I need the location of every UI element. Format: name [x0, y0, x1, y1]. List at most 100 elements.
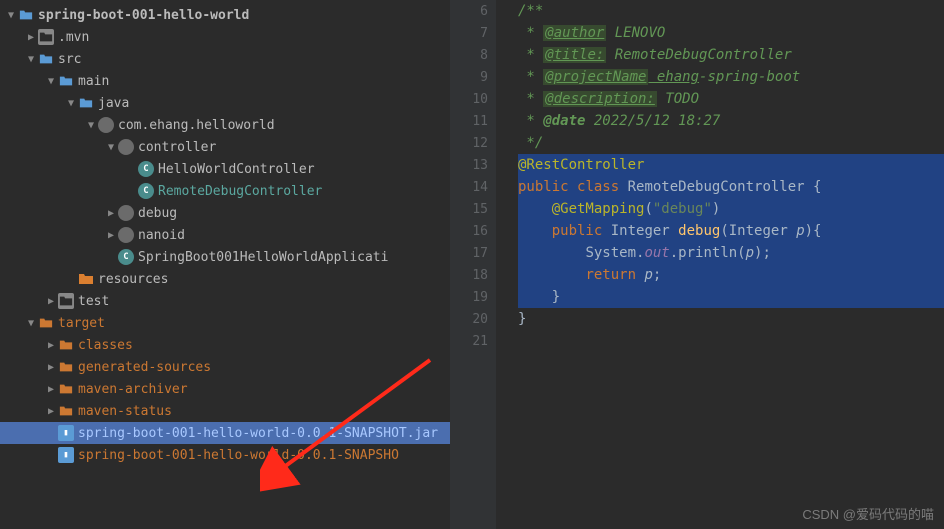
- tree-item-label: test: [78, 294, 109, 309]
- line-number: 10: [450, 88, 496, 110]
- tree-item[interactable]: ▼main: [0, 70, 450, 92]
- tree-item-label: .mvn: [58, 30, 89, 45]
- tree-item-label: spring-boot-001-hello-world-0.0.1-SNAPSH…: [78, 448, 399, 463]
- tree-item[interactable]: ▶ test: [0, 290, 450, 312]
- line-number: 9: [450, 66, 496, 88]
- jar-icon: ▮: [58, 425, 74, 441]
- tree-item[interactable]: ▶ .mvn: [0, 26, 450, 48]
- tree-item-label: maven-status: [78, 404, 172, 419]
- editor-gutter: 6789101112131415161718192021 ●●●: [450, 0, 496, 529]
- code-editor[interactable]: /** * @author LENOVO * @title: RemoteDeb…: [496, 0, 944, 529]
- folder-icon: [58, 293, 74, 309]
- line-number: 12: [450, 132, 496, 154]
- code-line: @GetMapping("debug"): [518, 198, 944, 220]
- line-number: 11: [450, 110, 496, 132]
- line-number: 7: [450, 22, 496, 44]
- code-line: return p;: [518, 264, 944, 286]
- tree-item-label: resources: [98, 272, 168, 287]
- tree-item[interactable]: ▼ target: [0, 312, 450, 334]
- code-line: * @date 2022/5/12 18:27: [518, 110, 944, 132]
- folder-icon: [38, 51, 54, 67]
- line-number: 8: [450, 44, 496, 66]
- code-line: }: [518, 308, 944, 330]
- line-number: 16: [450, 220, 496, 242]
- chevron-icon: ▶: [44, 406, 58, 417]
- tree-item[interactable]: ▼ com.ehang.helloworld: [0, 114, 450, 136]
- chevron-icon: ▶: [44, 384, 58, 395]
- tree-item[interactable]: ▶nanoid: [0, 224, 450, 246]
- code-line: public class RemoteDebugController {: [518, 176, 944, 198]
- tree-item[interactable]: C HelloWorldController: [0, 158, 450, 180]
- module-icon: [18, 7, 34, 23]
- line-number: 6: [450, 0, 496, 22]
- line-number: 13: [450, 154, 496, 176]
- tree-item[interactable]: ▶generated-sources: [0, 356, 450, 378]
- tree-item[interactable]: ▮ spring-boot-001-hello-world-0.0.1-SNAPS…: [0, 444, 450, 466]
- line-number: 17: [450, 242, 496, 264]
- package-icon: [118, 227, 134, 243]
- tree-item[interactable]: ▼src: [0, 48, 450, 70]
- tree-item[interactable]: resources: [0, 268, 450, 290]
- folder-icon: [38, 315, 54, 331]
- tree-item[interactable]: ▶ debug: [0, 202, 450, 224]
- code-line: System.out.println(p);: [518, 242, 944, 264]
- chevron-icon: ▼: [84, 120, 98, 131]
- chevron-icon: ▶: [104, 230, 118, 241]
- tree-item-label: main: [78, 74, 109, 89]
- chevron-icon: ▼: [24, 318, 38, 329]
- folder-icon: [78, 95, 94, 111]
- code-line: * @author LENOVO: [518, 22, 944, 44]
- class-icon: C: [118, 249, 134, 265]
- line-number: 20: [450, 308, 496, 330]
- folder-icon: [58, 359, 74, 375]
- chevron-icon: ▶: [104, 208, 118, 219]
- tree-item-label: HelloWorldController: [158, 162, 315, 177]
- tree-root-label: spring-boot-001-hello-world: [38, 8, 249, 23]
- folder-icon: [58, 403, 74, 419]
- tree-item[interactable]: ▼ controller: [0, 136, 450, 158]
- line-number: 14: [450, 176, 496, 198]
- tree-item[interactable]: ▮spring-boot-001-hello-world-0.0.1-SNAPS…: [0, 422, 450, 444]
- tree-item-label: generated-sources: [78, 360, 211, 375]
- chevron-down-icon: ▼: [4, 10, 18, 21]
- chevron-icon: ▼: [24, 54, 38, 65]
- tree-item[interactable]: ▶ classes: [0, 334, 450, 356]
- project-tree[interactable]: ▼ spring-boot-001-hello-world ▶.mvn▼src▼…: [0, 0, 450, 529]
- chevron-icon: ▼: [104, 142, 118, 153]
- jar-icon: ▮: [58, 447, 74, 463]
- code-line: * @title: RemoteDebugController: [518, 44, 944, 66]
- tree-root[interactable]: ▼ spring-boot-001-hello-world: [0, 4, 450, 26]
- package-icon: [98, 117, 114, 133]
- class-icon: C: [138, 161, 154, 177]
- folder-icon: [38, 29, 54, 45]
- chevron-icon: ▶: [44, 296, 58, 307]
- tree-item-label: classes: [78, 338, 133, 353]
- folder-icon: [58, 73, 74, 89]
- tree-item[interactable]: ▶ maven-status: [0, 400, 450, 422]
- tree-item-label: com.ehang.helloworld: [118, 118, 275, 133]
- folder-icon: [58, 337, 74, 353]
- line-number: 18: [450, 264, 496, 286]
- watermark: CSDN @爱码代码的喵: [802, 504, 934, 523]
- tree-item-label: debug: [138, 206, 177, 221]
- code-line: /**: [518, 0, 944, 22]
- code-line: public Integer debug(Integer p){: [518, 220, 944, 242]
- line-number: 15: [450, 198, 496, 220]
- code-line: * @projectName ehang-spring-boot: [518, 66, 944, 88]
- code-line: }: [518, 286, 944, 308]
- chevron-icon: ▼: [64, 98, 78, 109]
- chevron-icon: ▶: [24, 32, 38, 43]
- folder-icon: [58, 381, 74, 397]
- tree-item[interactable]: ▶maven-archiver: [0, 378, 450, 400]
- resources-icon: [78, 271, 94, 287]
- chevron-icon: ▶: [44, 340, 58, 351]
- tree-item-label: controller: [138, 140, 216, 155]
- tree-item[interactable]: CRemoteDebugController: [0, 180, 450, 202]
- tree-item[interactable]: ▼java: [0, 92, 450, 114]
- tree-item-label: SpringBoot001HelloWorldApplicati: [138, 250, 388, 265]
- code-line: */: [518, 132, 944, 154]
- tree-item[interactable]: C SpringBoot001HelloWorldApplicati: [0, 246, 450, 268]
- package-icon: [118, 205, 134, 221]
- tree-item-label: target: [58, 316, 105, 331]
- tree-item-label: RemoteDebugController: [158, 184, 322, 199]
